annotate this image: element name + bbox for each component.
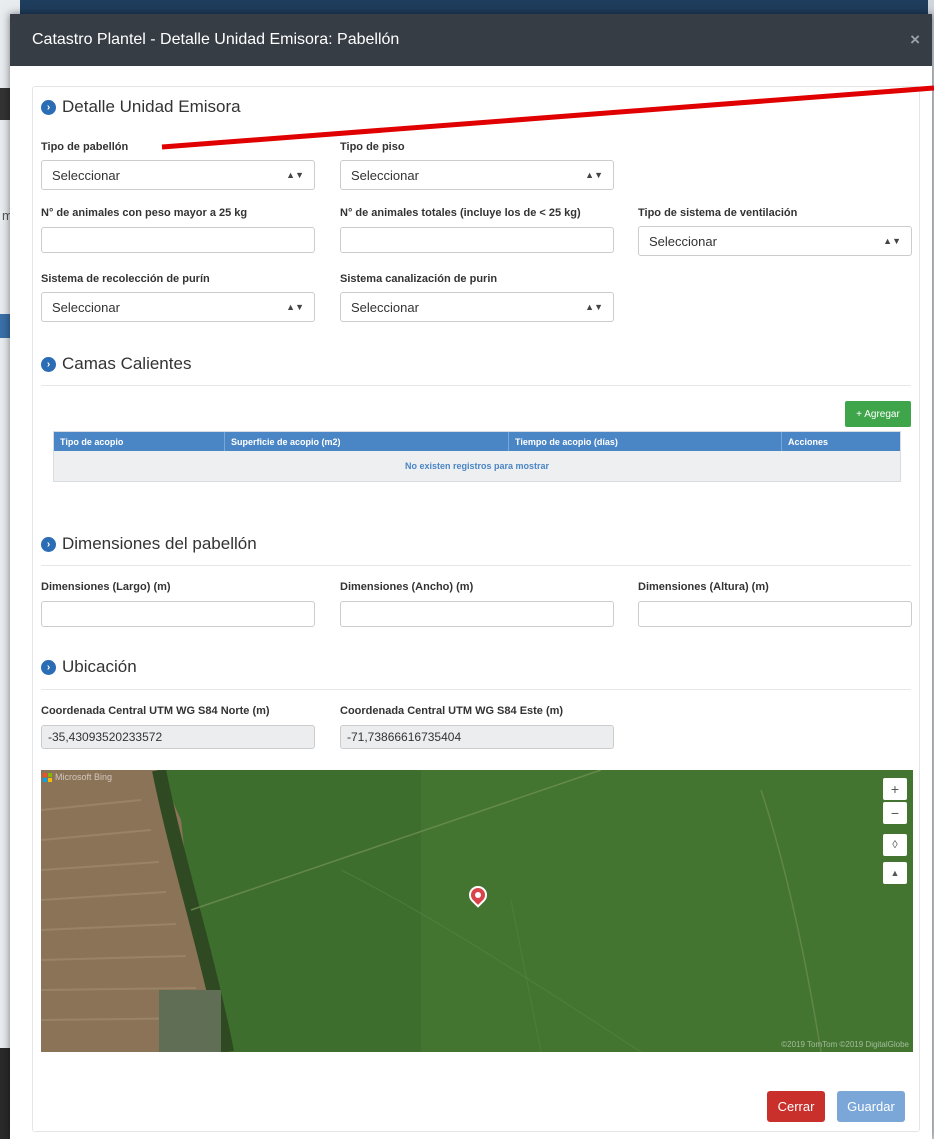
table-header: Tipo de acopio Superficie de acopio (m2)… (54, 432, 900, 451)
select-value: Seleccionar (52, 299, 120, 315)
animales-totales-input[interactable] (340, 227, 614, 253)
chevron-right-circle-icon: › (41, 659, 56, 675)
select-value: Seleccionar (52, 167, 120, 183)
column-header: Tipo de acopio (54, 432, 225, 451)
column-header: Superficie de acopio (m2) (225, 432, 509, 451)
column-header: Tiempo de acopio (días) (509, 432, 782, 451)
este-input (340, 725, 614, 749)
empty-table-message: No existen registros para mostrar (54, 451, 900, 481)
select-value: Seleccionar (649, 233, 717, 249)
map-imagery (41, 770, 913, 1052)
guardar-button[interactable]: Guardar (837, 1091, 905, 1122)
tipo-pabellon-label: Tipo de pabellón (41, 141, 129, 153)
este-label: Coordenada Central UTM WG S84 Este (m) (340, 705, 564, 717)
close-icon[interactable]: × (910, 30, 920, 50)
zoom-in-button[interactable]: + (883, 778, 907, 800)
section-divider (41, 385, 911, 386)
map-copyright: ©2019 TomTom ©2019 DigitalGlobe (781, 1040, 909, 1049)
section-divider (41, 565, 911, 566)
select-value: Seleccionar (351, 299, 419, 315)
tipo-piso-select[interactable]: Seleccionar ▲▼ (340, 160, 614, 190)
chevron-right-circle-icon: › (41, 99, 56, 115)
tipo-pabellon-select[interactable]: Seleccionar ▲▼ (41, 160, 315, 190)
altura-input[interactable] (638, 601, 912, 627)
form-panel: › Detalle Unidad Emisora Tipo de pabelló… (32, 86, 920, 1132)
animales-mayor-25-input[interactable] (41, 227, 315, 253)
largo-label: Dimensiones (Largo) (m) (41, 581, 171, 593)
tipo-piso-label: Tipo de piso (340, 141, 405, 153)
section-title-detalle: › Detalle Unidad Emisora (41, 97, 241, 117)
norte-label: Coordenada Central UTM WG S84 Norte (m) (41, 705, 270, 717)
ventilacion-select[interactable]: Seleccionar ▲▼ (638, 226, 912, 256)
canalizacion-purin-label: Sistema canalización de purin (340, 273, 498, 285)
select-arrows-icon: ▲▼ (286, 302, 304, 312)
map-logo: Microsoft Bing (43, 772, 112, 782)
select-value: Seleccionar (351, 167, 419, 183)
animales-mayor-25-label: N° de animales con peso mayor a 25 kg (41, 207, 248, 219)
altura-label: Dimensiones (Altura) (m) (638, 581, 769, 593)
recoleccion-purin-label: Sistema de recolección de purín (41, 273, 210, 285)
add-cama-button[interactable]: + Agregar (845, 401, 911, 427)
camas-table: Tipo de acopio Superficie de acopio (m2)… (53, 431, 901, 482)
section-title-text: Camas Calientes (62, 354, 192, 373)
section-title-camas: › Camas Calientes (41, 354, 191, 374)
locate-me-button[interactable]: ◊ (883, 834, 907, 856)
select-arrows-icon: ▲▼ (585, 170, 603, 180)
microsoft-logo-icon (43, 772, 52, 782)
section-title-dimensiones: › Dimensiones del pabellón (41, 534, 257, 554)
canalizacion-purin-select[interactable]: Seleccionar ▲▼ (340, 292, 614, 322)
detail-modal: Catastro Plantel - Detalle Unidad Emisor… (10, 14, 932, 1139)
section-title-text: Ubicación (62, 657, 137, 676)
ancho-label: Dimensiones (Ancho) (m) (340, 581, 474, 593)
cerrar-button[interactable]: Cerrar (767, 1091, 825, 1122)
section-divider (41, 689, 911, 690)
animales-totales-label: N° de animales totales (incluye los de <… (340, 207, 581, 219)
largo-input[interactable] (41, 601, 315, 627)
select-arrows-icon: ▲▼ (286, 170, 304, 180)
modal-title: Catastro Plantel - Detalle Unidad Emisor… (32, 31, 400, 48)
column-header: Acciones (788, 436, 829, 447)
chevron-right-circle-icon: › (41, 536, 56, 552)
zoom-out-button[interactable]: − (883, 802, 907, 824)
background-topbar (0, 0, 934, 14)
map-type-button[interactable]: ▲ (883, 862, 907, 884)
section-title-text: Detalle Unidad Emisora (62, 97, 241, 116)
recoleccion-purin-select[interactable]: Seleccionar ▲▼ (41, 292, 315, 322)
select-arrows-icon: ▲▼ (883, 236, 901, 246)
ancho-input[interactable] (340, 601, 614, 627)
section-title-ubicacion: › Ubicación (41, 657, 137, 677)
ventilacion-label: Tipo de sistema de ventilación (638, 207, 798, 219)
satellite-map[interactable]: Microsoft Bing + − ◊ ▲ ©2019 TomTom ©201… (41, 770, 913, 1052)
modal-header: Catastro Plantel - Detalle Unidad Emisor… (10, 14, 932, 66)
chevron-right-circle-icon: › (41, 356, 56, 372)
section-title-text: Dimensiones del pabellón (62, 534, 257, 553)
norte-input (41, 725, 315, 749)
select-arrows-icon: ▲▼ (585, 302, 603, 312)
map-logo-text: Microsoft Bing (55, 772, 113, 782)
